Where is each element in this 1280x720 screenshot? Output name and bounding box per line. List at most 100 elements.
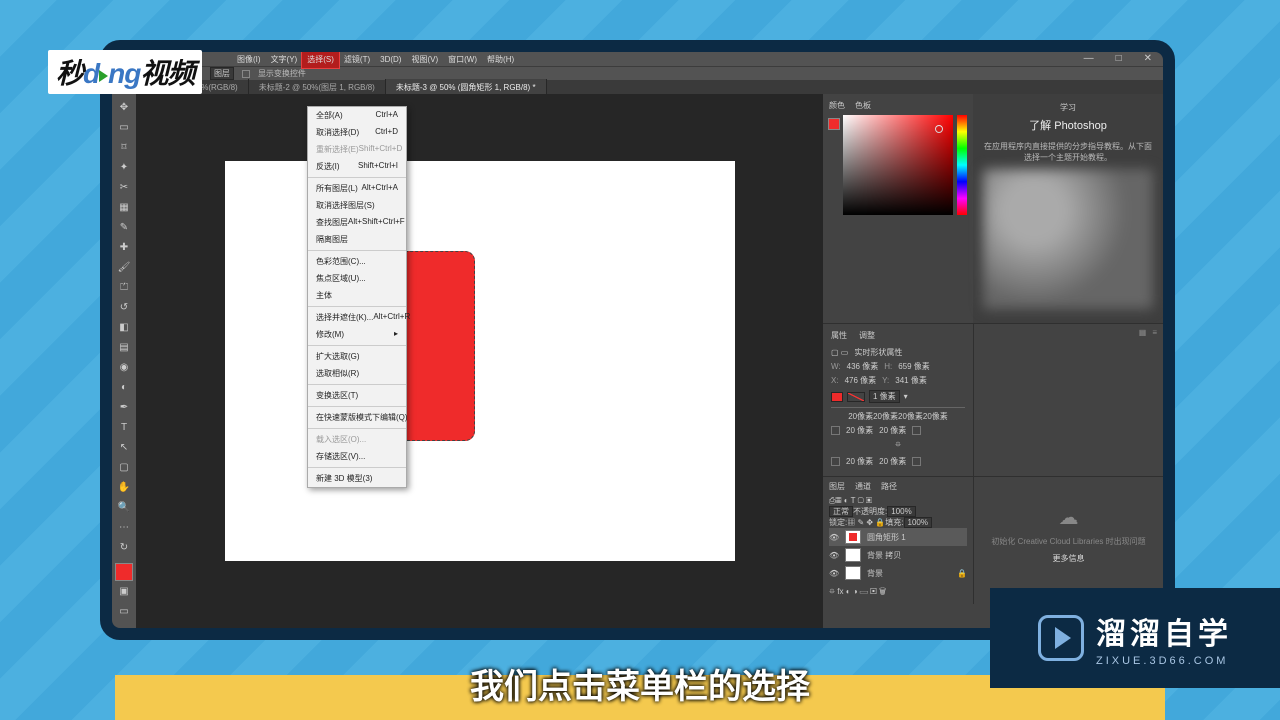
menu-item[interactable]: 修改(M)▸ [308,326,406,343]
doc-tab-2[interactable]: 未标题-2 @ 50%(图层 1, RGB/8) [249,79,386,96]
lib-grid-icon[interactable]: ▦ [1139,328,1147,337]
stamp-tool[interactable]: ⏍ [115,278,133,296]
doc-tab-3[interactable]: 未标题-3 @ 50% (圆角矩形 1, RGB/8) * [386,79,547,96]
history-brush-tool[interactable]: ↺ [115,298,133,316]
fg-color-chip[interactable] [829,119,839,129]
dodge-tool[interactable]: ◐ [115,378,133,396]
type-tool[interactable]: T [115,418,133,436]
tab-swatches[interactable]: 色板 [855,100,871,111]
corner-tr[interactable]: 20 像素 [879,425,906,436]
width-value[interactable]: 436 像素 [847,361,879,372]
corner-tl-cb[interactable] [831,426,840,435]
group-icon[interactable]: ▭ [860,587,868,596]
new-layer-icon[interactable]: ▣ [870,587,877,596]
menu-item[interactable]: 所有图层(L)Alt+Ctrl+A [308,180,406,197]
menu-item[interactable]: 选取相似(R) [308,365,406,382]
visibility-icon[interactable]: 👁 [829,569,839,578]
fill-value[interactable]: 100% [904,517,932,528]
brush-tool[interactable]: 🖌 [115,258,133,276]
fill-swatch[interactable] [831,392,843,402]
mask-icon[interactable]: ◐ [846,587,851,596]
stroke-align-icon[interactable] [831,407,965,408]
eyedropper-tool[interactable]: ✎ [115,218,133,236]
tab-paths[interactable]: 路径 [881,481,897,492]
menu-item[interactable]: 取消选择(D)Ctrl+D [308,124,406,141]
menu-item[interactable]: 反选(I)Shift+Ctrl+I [308,158,406,175]
menu-item[interactable]: 扩大选取(G) [308,348,406,365]
close-icon[interactable]: ✕ [1139,50,1157,67]
menu-item[interactable]: 新建 3D 模型(3) [308,470,406,487]
link-layers-icon[interactable]: ⯐ [829,587,835,596]
menu-item[interactable]: 焦点区域(U)... [308,270,406,287]
link-corners-icon[interactable]: ⯐ [895,439,901,453]
adjustment-icon[interactable]: ◑ [853,587,858,596]
more-tools[interactable]: ⋯ [115,518,133,536]
quickmask-icon[interactable]: ▣ [115,582,133,600]
color-picker[interactable] [843,115,953,215]
fx-icon[interactable]: fx [837,587,843,596]
menu-window[interactable]: 窗口(W) [443,51,482,68]
menu-item[interactable]: 存储选区(V)... [308,448,406,465]
trash-icon[interactable]: 🗑 [879,587,886,596]
menu-image[interactable]: 图像(I) [232,51,266,68]
corner-tl[interactable]: 20 像素 [846,425,873,436]
menu-item[interactable]: 全部(A)Ctrl+A [308,107,406,124]
x-value[interactable]: 476 像素 [845,375,877,386]
menu-select[interactable]: 选择(S) [302,51,339,68]
menu-3d[interactable]: 3D(D) [375,52,406,67]
move-tool[interactable]: ✥ [115,98,133,116]
menu-item[interactable]: 隔离图层 [308,231,406,248]
stroke-width[interactable]: 1 像素 [869,390,900,403]
menu-item[interactable]: 主体 [308,287,406,304]
visibility-icon[interactable]: 👁 [829,533,839,542]
menu-item[interactable]: 在快速蒙版模式下编辑(Q) [308,409,406,426]
layer-row-bgcopy[interactable]: 👁背景 拷贝 [829,546,967,564]
tab-channels[interactable]: 通道 [855,481,871,492]
eraser-tool[interactable]: ◧ [115,318,133,336]
layer-row-shape[interactable]: 👁圆角矩形 1 [829,528,967,546]
tab-properties[interactable]: 属性 [831,330,847,341]
screen-mode-icon[interactable]: ▭ [115,602,133,620]
hue-slider[interactable] [957,115,967,215]
blur-tool[interactable]: ◉ [115,358,133,376]
pen-tool[interactable]: ✒ [115,398,133,416]
wand-tool[interactable]: ✦ [115,158,133,176]
edit-toolbar[interactable]: ↻ [115,538,133,556]
maximize-icon[interactable]: □ [1111,50,1127,67]
layer-row-bg[interactable]: 👁背景🔒 [829,564,967,582]
corner-bl[interactable]: 20 像素 [846,456,873,467]
blend-mode[interactable]: 正常 [829,506,853,517]
stroke-style-dropdown[interactable]: ▾ [904,392,908,401]
corner-br-cb[interactable] [912,457,921,466]
minimize-icon[interactable]: — [1079,50,1099,67]
tab-color[interactable]: 颜色 [829,100,845,111]
lasso-tool[interactable]: ⌑ [115,138,133,156]
lib-menu-icon[interactable]: ≡ [1152,328,1157,337]
corner-bl-cb[interactable] [831,457,840,466]
color-swatch[interactable] [116,564,132,580]
tab-learn[interactable]: 学习 [1060,102,1076,113]
y-value[interactable]: 341 像素 [895,375,927,386]
stroke-swatch[interactable] [847,392,865,402]
opacity-value[interactable]: 100% [887,506,915,517]
shape-tool[interactable]: ▢ [115,458,133,476]
gradient-tool[interactable]: ▤ [115,338,133,356]
visibility-icon[interactable]: 👁 [829,551,839,560]
corner-tr-cb[interactable] [912,426,921,435]
menu-help[interactable]: 帮助(H) [482,51,519,68]
menu-filter[interactable]: 滤镜(T) [339,51,375,68]
zoom-tool[interactable]: 🔍 [115,498,133,516]
corner-br[interactable]: 20 像素 [879,456,906,467]
heal-tool[interactable]: ✚ [115,238,133,256]
height-value[interactable]: 659 像素 [898,361,930,372]
menu-type[interactable]: 文字(Y) [266,51,303,68]
tab-layers[interactable]: 图层 [829,481,845,492]
canvas[interactable] [225,161,735,561]
menu-item[interactable]: 取消选择图层(S) [308,197,406,214]
hand-tool[interactable]: ✋ [115,478,133,496]
libraries-more-link[interactable]: 更多信息 [982,553,1155,564]
menu-item[interactable]: 查找图层Alt+Shift+Ctrl+F [308,214,406,231]
lock-icons[interactable]: ▦ ✎ ✥ 🔒 [847,518,885,527]
learn-thumbnails[interactable] [983,169,1153,309]
path-tool[interactable]: ↖ [115,438,133,456]
